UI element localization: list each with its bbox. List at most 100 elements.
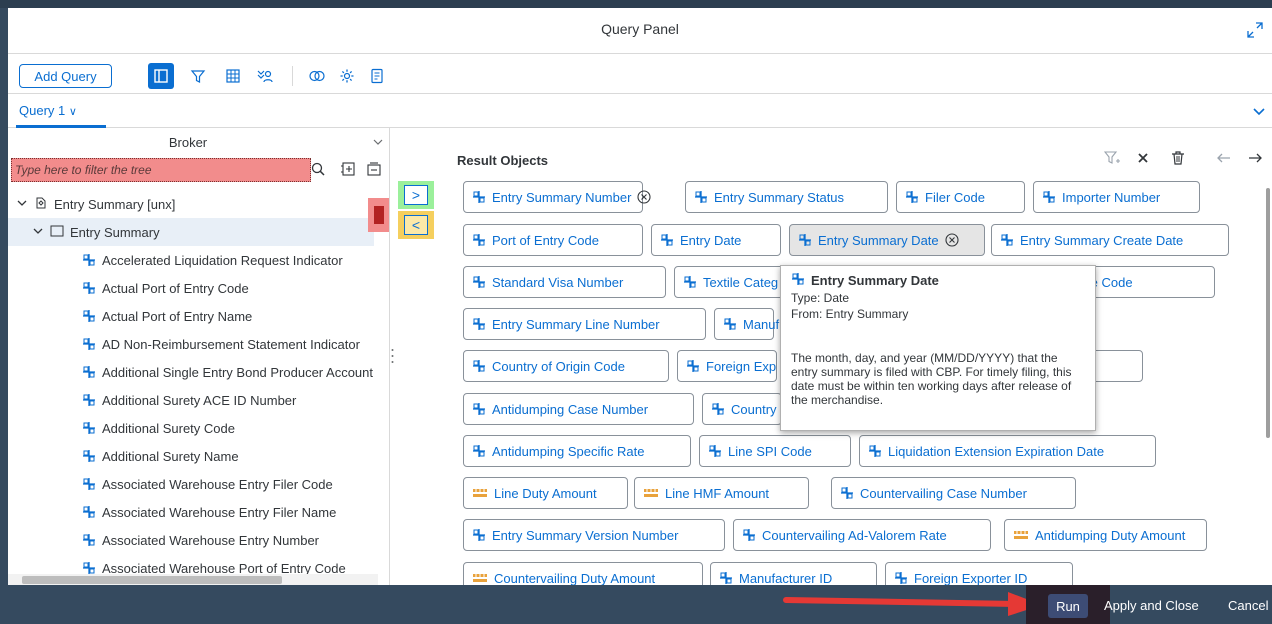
- run-button[interactable]: Run: [1048, 594, 1088, 618]
- remove-circle-icon[interactable]: [945, 233, 959, 247]
- tree-horizontal-scrollbar[interactable]: [8, 574, 378, 585]
- tree-root-node[interactable]: Entry Summary [unx]: [8, 190, 374, 218]
- result-object-chip[interactable]: Country of Origin Code: [463, 350, 669, 382]
- result-object-chip[interactable]: Countervailing Ad-Valorem Rate: [733, 519, 991, 551]
- result-object-chip[interactable]: Country: [702, 393, 782, 425]
- panel-layout-icon[interactable]: [148, 63, 174, 89]
- result-object-label: Line Duty Amount: [494, 485, 597, 501]
- tree-item[interactable]: AD Non-Reimbursement Statement Indicator: [8, 330, 374, 358]
- chevron-down-icon[interactable]: [372, 136, 384, 151]
- tree-item-label: Additional Surety Name: [102, 448, 239, 464]
- result-object-label: Entry Date: [680, 232, 742, 248]
- splitter-handle-icon[interactable]: [391, 348, 394, 364]
- tree-header[interactable]: Broker: [8, 128, 389, 156]
- close-icon[interactable]: [1135, 150, 1151, 169]
- scroll-thumb[interactable]: [22, 576, 282, 584]
- tree-item[interactable]: Associated Warehouse Entry Number: [8, 526, 374, 554]
- tree-item[interactable]: Accelerated Liquidation Request Indicato…: [8, 246, 374, 274]
- tree-item[interactable]: Additional Surety Name: [8, 442, 374, 470]
- scroll-thumb[interactable]: [1266, 188, 1270, 438]
- result-object-chip[interactable]: Entry Summary Status: [685, 181, 888, 213]
- tree-item-label: Additional Surety ACE ID Number: [102, 392, 297, 408]
- result-object-chip[interactable]: Importer Number: [1033, 181, 1200, 213]
- result-object-chip[interactable]: Manuf: [714, 308, 779, 340]
- tree-item[interactable]: Associated Warehouse Entry Filer Code: [8, 470, 374, 498]
- add-query-button[interactable]: Add Query: [19, 64, 112, 88]
- result-object-chip[interactable]: Line SPI Code: [699, 435, 851, 467]
- result-object-chip[interactable]: Entry Summary Date: [789, 224, 985, 256]
- tree-item[interactable]: Additional Surety Code: [8, 414, 374, 442]
- result-object-chip[interactable]: Filer Code: [896, 181, 1025, 213]
- result-object-chip[interactable]: Standard Visa Number: [463, 266, 666, 298]
- tree-vertical-scrollbar[interactable]: [374, 190, 389, 570]
- combined-queries-icon[interactable]: [252, 63, 278, 89]
- result-object-chip[interactable]: Antidumping Case Number: [463, 393, 694, 425]
- result-object-chip[interactable]: Foreign Exp: [677, 350, 777, 382]
- tree-filter-field[interactable]: [11, 158, 311, 182]
- search-icon[interactable]: [310, 161, 326, 180]
- sets-icon[interactable]: [304, 63, 330, 89]
- result-object-chip[interactable]: Antidumping Specific Rate: [463, 435, 691, 467]
- apply-and-close-button[interactable]: Apply and Close: [1104, 598, 1199, 613]
- settings-icon[interactable]: [334, 63, 360, 89]
- arrow-right-icon[interactable]: [1247, 150, 1263, 169]
- tree-item[interactable]: Actual Port of Entry Code: [8, 274, 374, 302]
- dimension-icon: [472, 233, 486, 247]
- filter-add-icon[interactable]: [1103, 150, 1120, 169]
- tree-item[interactable]: Associated Warehouse Entry Filer Name: [8, 498, 374, 526]
- tree-item[interactable]: Additional Surety ACE ID Number: [8, 386, 374, 414]
- result-object-chip[interactable]: Antidumping Duty Amount: [1004, 519, 1207, 551]
- result-object-chip[interactable]: Manufacturer ID: [710, 562, 877, 585]
- dimension-icon: [472, 317, 486, 331]
- dialog-title: Query Panel: [601, 21, 679, 37]
- dimension-icon: [82, 253, 96, 267]
- tree-scroll-thumb[interactable]: [374, 206, 384, 224]
- trash-icon[interactable]: [1170, 150, 1186, 169]
- measure-icon: [472, 572, 488, 584]
- result-object-chip[interactable]: Entry Summary Line Number: [463, 308, 706, 340]
- result-object-chip[interactable]: Countervailing Duty Amount: [463, 562, 703, 585]
- tree-folder-node[interactable]: Entry Summary: [8, 218, 374, 246]
- add-to-results-button[interactable]: >: [404, 185, 428, 205]
- toolbar-separator: [292, 66, 293, 86]
- chevron-down-icon[interactable]: [32, 225, 44, 240]
- collapse-all-icon[interactable]: [366, 161, 382, 180]
- result-object-label: Standard Visa Number: [492, 274, 624, 290]
- result-object-chip[interactable]: Countervailing Case Number: [831, 477, 1076, 509]
- result-object-label: Manuf: [743, 316, 780, 332]
- chevron-down-icon: ∨: [68, 106, 77, 118]
- result-object-chip[interactable]: Line HMF Amount: [634, 477, 809, 509]
- tab-query-1[interactable]: Query 1 ∨: [19, 103, 77, 118]
- result-object-label: Line SPI Code: [728, 443, 812, 459]
- tree-header-label: Broker: [168, 135, 208, 150]
- remove-circle-icon[interactable]: [637, 190, 651, 204]
- fullscreen-icon[interactable]: [1246, 21, 1264, 39]
- cancel-button[interactable]: Cancel: [1228, 598, 1268, 613]
- tree-filter-input[interactable]: [12, 159, 292, 181]
- table-icon[interactable]: [220, 63, 246, 89]
- tree-root-label: Entry Summary [unx]: [54, 196, 176, 212]
- result-object-chip[interactable]: Entry Summary Number: [463, 181, 651, 213]
- filter-icon[interactable]: [185, 63, 211, 89]
- dimension-icon: [905, 190, 919, 204]
- result-object-label: Textile Categ: [703, 274, 779, 290]
- result-object-chip[interactable]: Entry Summary Create Date: [991, 224, 1229, 256]
- expand-all-icon[interactable]: [340, 161, 356, 180]
- result-object-chip[interactable]: Entry Date: [651, 224, 781, 256]
- result-object-chip[interactable]: Foreign Exporter ID: [885, 562, 1073, 585]
- remove-from-results-button[interactable]: <: [404, 215, 428, 235]
- tooltip-description: The month, day, and year (MM/DD/YYYY) th…: [791, 351, 1072, 407]
- results-vertical-scrollbar[interactable]: [1264, 188, 1272, 438]
- chevron-down-icon[interactable]: [1252, 104, 1266, 121]
- result-object-chip[interactable]: Line Duty Amount: [463, 477, 628, 509]
- result-object-chip[interactable]: Textile Categ: [674, 266, 784, 298]
- result-object-chip[interactable]: Entry Summary Version Number: [463, 519, 725, 551]
- result-object-chip[interactable]: Liquidation Extension Expiration Date: [859, 435, 1156, 467]
- tree-item[interactable]: Additional Single Entry Bond Producer Ac…: [8, 358, 374, 386]
- arrow-left-icon[interactable]: [1216, 150, 1232, 169]
- chevron-down-icon[interactable]: [16, 197, 28, 212]
- measure-icon: [1013, 529, 1029, 541]
- result-object-chip[interactable]: Port of Entry Code: [463, 224, 643, 256]
- query-script-icon[interactable]: [364, 63, 390, 89]
- tree-item[interactable]: Actual Port of Entry Name: [8, 302, 374, 330]
